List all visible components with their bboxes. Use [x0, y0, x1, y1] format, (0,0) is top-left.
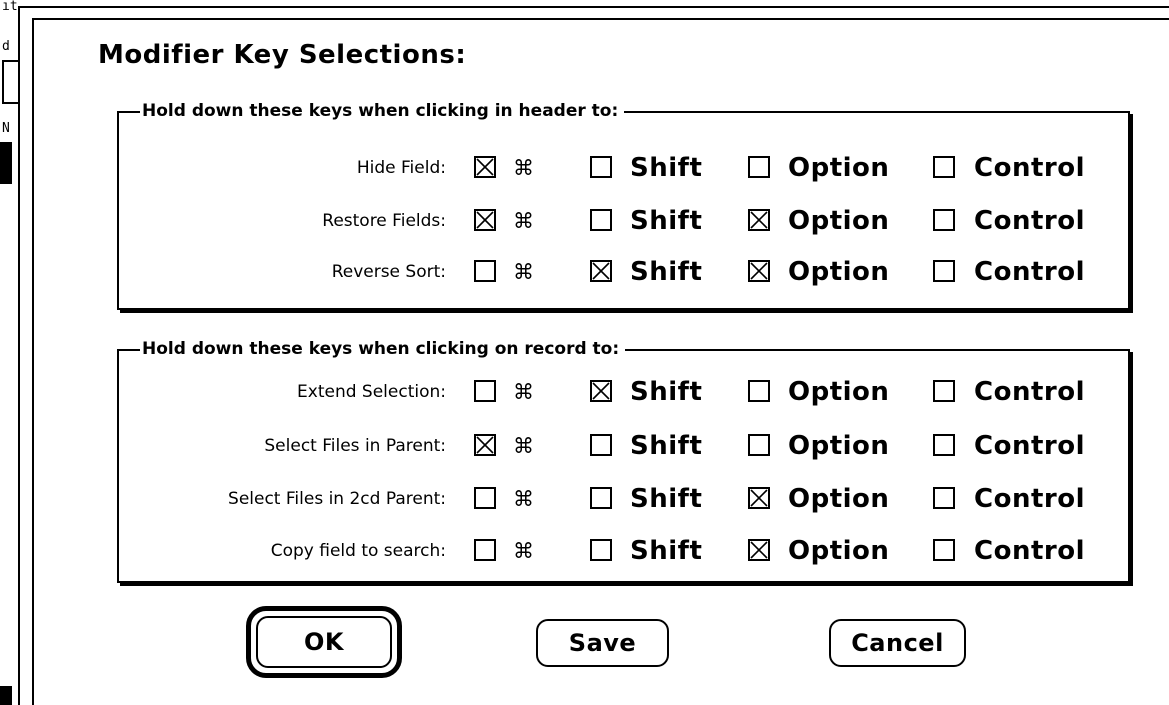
option-checkbox[interactable]	[748, 209, 770, 231]
cmd-checkbox[interactable]	[474, 380, 496, 402]
cmd-key-label: ⌘	[513, 487, 535, 511]
ok-button[interactable]: OK	[256, 616, 392, 668]
option-checkbox[interactable]	[748, 380, 770, 402]
option-key-label: Option	[788, 206, 890, 236]
control-checkbox[interactable]	[933, 260, 955, 282]
shift-key-label: Shift	[630, 484, 703, 514]
row-label: Reverse Sort:	[331, 262, 446, 282]
modifier-row: Select Files in 2cd Parent: ⌘ Shift Option C…	[0, 482, 1169, 516]
cmd-key-label: ⌘	[513, 539, 535, 563]
option-key-label: Option	[788, 153, 890, 183]
shift-checkbox[interactable]	[590, 156, 612, 178]
option-checkbox[interactable]	[748, 260, 770, 282]
control-checkbox[interactable]	[933, 487, 955, 509]
shift-checkbox[interactable]	[590, 209, 612, 231]
modifier-row: Reverse Sort: ⌘ Shift Option Control	[0, 255, 1169, 289]
control-key-label: Control	[974, 536, 1085, 566]
control-key-label: Control	[974, 431, 1085, 461]
background-text: N	[2, 121, 10, 136]
record-click-group-title: Hold down these keys when clicking on re…	[140, 339, 626, 359]
option-key-label: Option	[788, 257, 890, 287]
control-key-label: Control	[974, 257, 1085, 287]
cmd-checkbox[interactable]	[474, 434, 496, 456]
control-checkbox[interactable]	[933, 539, 955, 561]
option-checkbox[interactable]	[748, 434, 770, 456]
shift-key-label: Shift	[630, 206, 703, 236]
control-key-label: Control	[974, 153, 1085, 183]
control-checkbox[interactable]	[933, 156, 955, 178]
background-scrollbar	[0, 686, 12, 705]
cmd-checkbox[interactable]	[474, 487, 496, 509]
save-button[interactable]: Save	[536, 619, 669, 667]
shift-key-label: Shift	[630, 153, 703, 183]
option-key-label: Option	[788, 431, 890, 461]
option-key-label: Option	[788, 536, 890, 566]
control-key-label: Control	[974, 206, 1085, 236]
shift-key-label: Shift	[630, 257, 703, 287]
shift-checkbox[interactable]	[590, 380, 612, 402]
row-label: Copy field to search:	[270, 541, 446, 561]
background-text: d	[2, 39, 10, 54]
cancel-button[interactable]: Cancel	[829, 619, 966, 667]
control-checkbox[interactable]	[933, 380, 955, 402]
cmd-checkbox[interactable]	[474, 209, 496, 231]
row-label: Hide Field:	[356, 158, 446, 178]
cmd-key-label: ⌘	[513, 209, 535, 233]
row-label: Restore Fields:	[322, 211, 446, 231]
cmd-key-label: ⌘	[513, 156, 535, 180]
shift-key-label: Shift	[630, 377, 703, 407]
modifier-row: Copy field to search: ⌘ Shift Option Control	[0, 534, 1169, 568]
header-click-group-title: Hold down these keys when clicking in he…	[140, 101, 625, 121]
dialog-title: Modifier Key Selections:	[98, 40, 467, 70]
row-label: Select Files in Parent:	[264, 436, 446, 456]
shift-key-label: Shift	[630, 431, 703, 461]
modifier-row: Restore Fields: ⌘ Shift Option Control	[0, 204, 1169, 238]
option-checkbox[interactable]	[748, 487, 770, 509]
control-checkbox[interactable]	[933, 209, 955, 231]
cmd-key-label: ⌘	[513, 434, 535, 458]
row-label: Extend Selection:	[297, 382, 446, 402]
modifier-row: Hide Field: ⌘ Shift Option Control	[0, 151, 1169, 185]
cmd-key-label: ⌘	[513, 260, 535, 284]
cmd-key-label: ⌘	[513, 380, 535, 404]
cmd-checkbox[interactable]	[474, 539, 496, 561]
option-key-label: Option	[788, 377, 890, 407]
control-checkbox[interactable]	[933, 434, 955, 456]
row-label: Select Files in 2cd Parent:	[228, 489, 446, 509]
option-checkbox[interactable]	[748, 539, 770, 561]
shift-checkbox[interactable]	[590, 434, 612, 456]
shift-checkbox[interactable]	[590, 487, 612, 509]
cmd-checkbox[interactable]	[474, 156, 496, 178]
modifier-row: Extend Selection: ⌘ Shift Option Control	[0, 375, 1169, 409]
shift-checkbox[interactable]	[590, 539, 612, 561]
shift-key-label: Shift	[630, 536, 703, 566]
option-key-label: Option	[788, 484, 890, 514]
background-text: ıt	[2, 0, 18, 14]
option-checkbox[interactable]	[748, 156, 770, 178]
control-key-label: Control	[974, 377, 1085, 407]
control-key-label: Control	[974, 484, 1085, 514]
cmd-checkbox[interactable]	[474, 260, 496, 282]
shift-checkbox[interactable]	[590, 260, 612, 282]
modifier-row: Select Files in Parent: ⌘ Shift Option Contr…	[0, 429, 1169, 463]
